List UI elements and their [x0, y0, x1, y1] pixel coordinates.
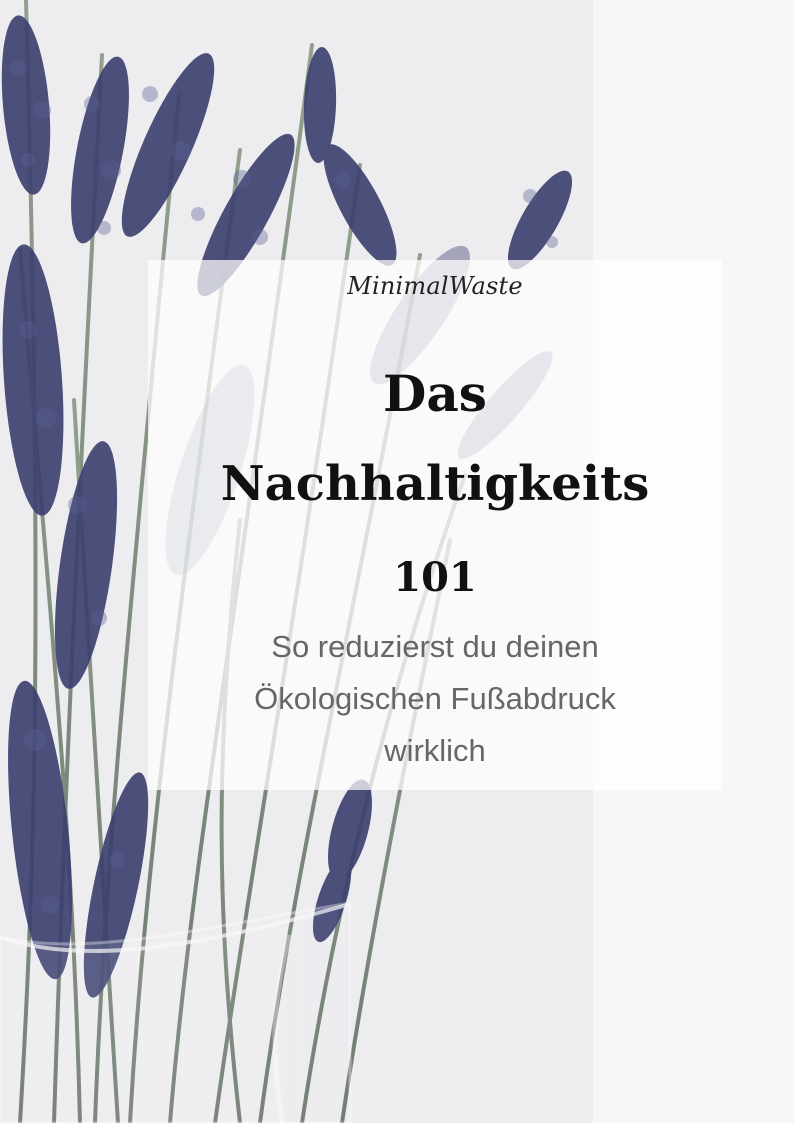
bud	[523, 189, 537, 203]
bud	[24, 729, 46, 751]
bud	[84, 96, 100, 112]
bud	[546, 236, 558, 248]
bud	[91, 610, 107, 626]
bud	[335, 172, 351, 188]
title-line-3: 101	[393, 554, 477, 601]
bud	[36, 408, 56, 428]
title-card: MinimalWaste Das Nachhaltigkeits 101 So …	[148, 260, 722, 790]
bud	[101, 160, 121, 180]
bud	[68, 496, 86, 514]
title-line-1: Das	[383, 364, 487, 423]
subtitle-line-3: wirklich	[384, 733, 486, 768]
bud	[10, 60, 26, 76]
bud	[142, 86, 158, 102]
bud	[19, 321, 37, 339]
bud	[21, 153, 35, 167]
bud	[191, 207, 205, 221]
brand-logo: MinimalWaste	[347, 272, 523, 300]
bud	[109, 852, 125, 868]
bud	[171, 141, 191, 161]
subtitle-line-1: So reduzierst du deinen	[271, 629, 599, 664]
subtitle-line-2: Ökologischen Fußabdruck	[254, 681, 616, 716]
bud	[33, 101, 51, 119]
bud	[41, 896, 59, 914]
bud	[252, 229, 268, 245]
bud	[97, 221, 111, 235]
document-page: MinimalWaste Das Nachhaltigkeits 101 So …	[0, 0, 794, 1123]
title-line-2: Nachhaltigkeits	[220, 456, 650, 512]
bud	[233, 170, 251, 188]
